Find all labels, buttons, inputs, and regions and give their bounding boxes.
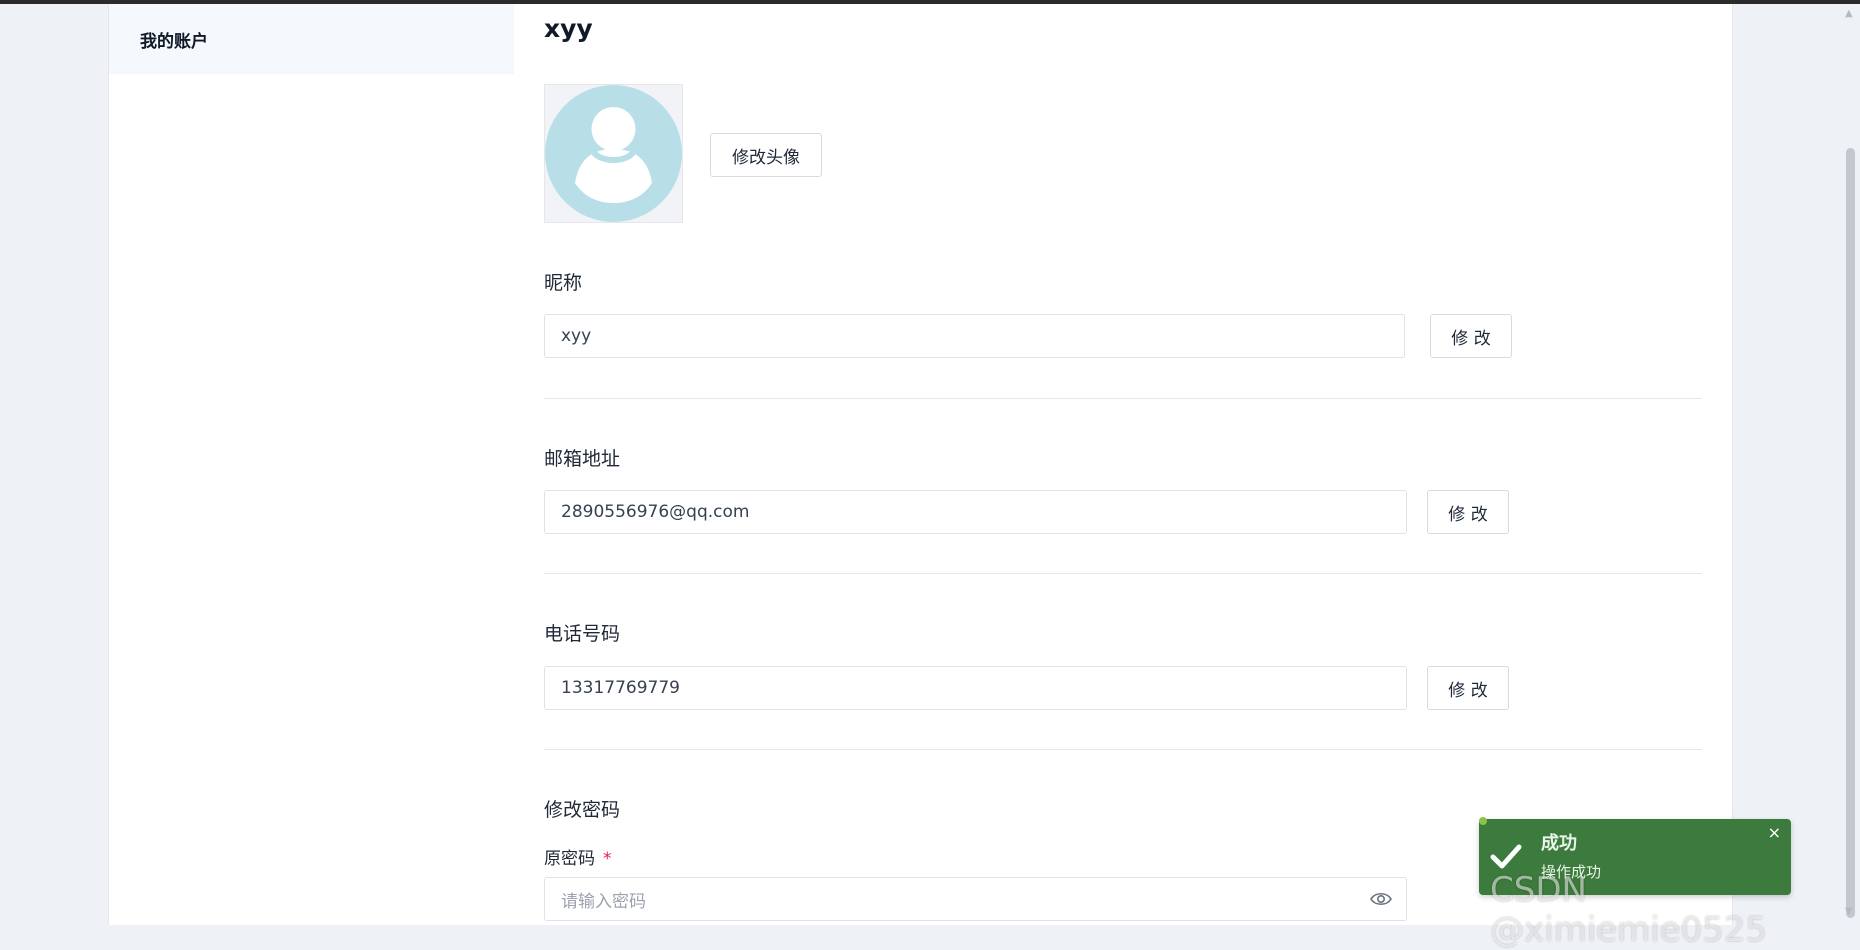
scrollbar-thumb[interactable] xyxy=(1846,148,1855,918)
old-password-label-text: 原密码 xyxy=(544,849,595,869)
watermark: CSDN @ximiemie0525 xyxy=(1490,870,1768,950)
change-avatar-button[interactable]: 修改头像 xyxy=(710,133,822,177)
phone-field[interactable]: 13317769779 xyxy=(544,666,1407,710)
email-modify-button[interactable]: 修 改 xyxy=(1427,490,1509,534)
divider xyxy=(544,573,1702,574)
old-password-label: 原密码 * xyxy=(544,844,612,869)
old-password-input[interactable]: 请输入密码 xyxy=(544,877,1407,921)
email-value: 2890556976@qq.com xyxy=(561,502,750,522)
toast-indicator-dot xyxy=(1479,817,1487,825)
old-password-placeholder: 请输入密码 xyxy=(561,891,646,912)
sidebar-item-label: 我的账户 xyxy=(140,31,208,52)
sidebar-item-my-account[interactable]: 我的账户 xyxy=(109,4,514,74)
phone-label: 电话号码 xyxy=(544,623,621,645)
nickname-field[interactable]: xyy xyxy=(544,314,1405,358)
email-label: 邮箱地址 xyxy=(544,448,621,470)
divider xyxy=(544,398,1702,399)
required-mark: * xyxy=(603,849,612,869)
avatar xyxy=(544,84,683,223)
user-avatar-icon xyxy=(545,85,682,222)
account-panel: xyy 修改头像 昵称 xyy 修 改 邮箱地址 2890556976@qq.c… xyxy=(514,4,1733,925)
close-icon[interactable]: × xyxy=(1768,823,1781,842)
change-password-label: 修改密码 xyxy=(544,799,621,821)
phone-modify-button[interactable]: 修 改 xyxy=(1427,666,1509,710)
check-icon xyxy=(1490,844,1522,869)
divider xyxy=(544,749,1702,750)
username-title: xyy xyxy=(544,14,593,43)
phone-value: 13317769779 xyxy=(561,678,680,698)
toast-title: 成功 xyxy=(1541,833,1577,854)
email-field[interactable]: 2890556976@qq.com xyxy=(544,490,1407,534)
eye-icon[interactable] xyxy=(1370,889,1392,909)
nickname-value: xyy xyxy=(561,326,592,346)
sidebar: 我的账户 xyxy=(108,4,515,925)
scroll-up-arrow-icon[interactable]: ▲ xyxy=(1845,8,1853,19)
nickname-label: 昵称 xyxy=(544,272,583,294)
nickname-modify-button[interactable]: 修 改 xyxy=(1430,314,1512,358)
